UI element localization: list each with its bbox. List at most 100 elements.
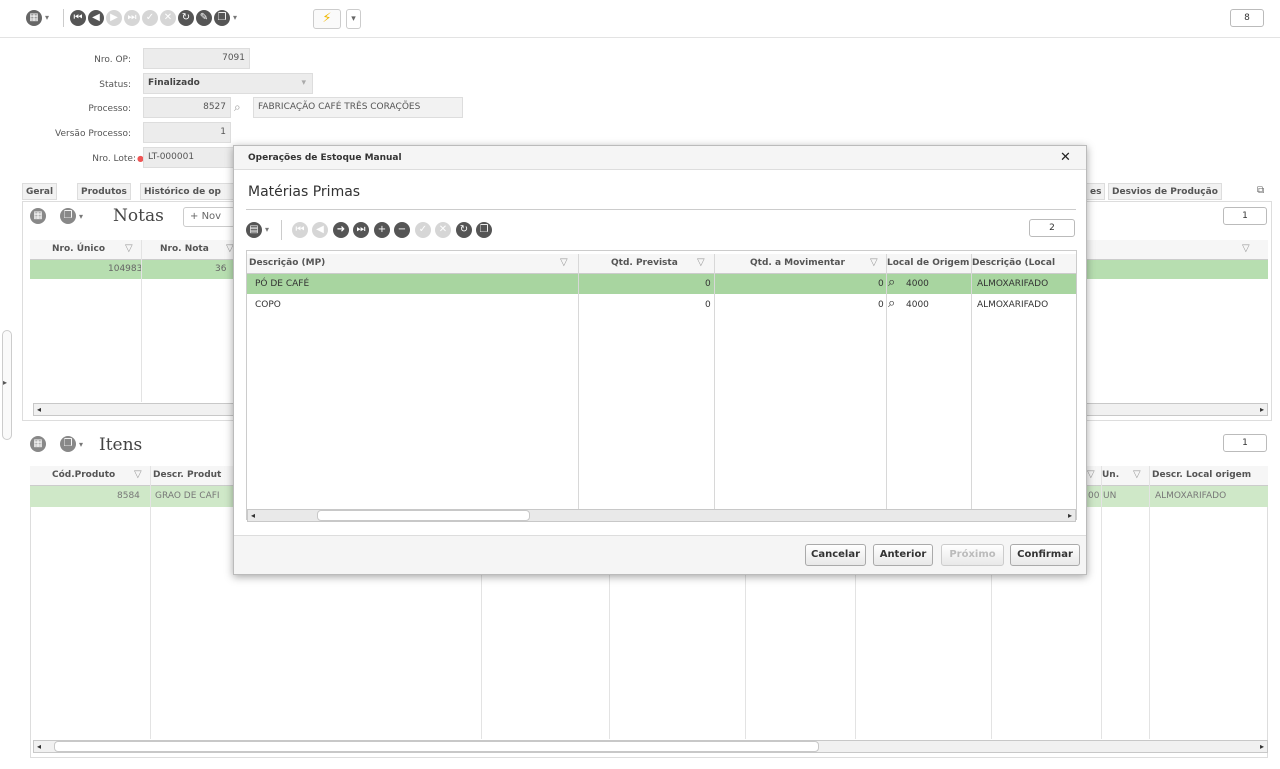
- col-descricao-local[interactable]: Descrição (Local: [972, 254, 1075, 273]
- scroll-left-icon[interactable]: ◂: [251, 511, 255, 520]
- filter-icon[interactable]: ▽: [697, 257, 705, 268]
- processo-field[interactable]: 8527: [143, 97, 231, 118]
- col-nro-unico[interactable]: Nro. Único: [52, 240, 105, 259]
- chevron-down-icon[interactable]: ▾: [233, 13, 237, 22]
- filter-icon[interactable]: ▽: [134, 469, 142, 480]
- grid-menu-icon[interactable]: ▦: [30, 436, 46, 452]
- filter-icon[interactable]: ▽: [560, 257, 568, 268]
- notas-counter: 1: [1223, 207, 1267, 225]
- lote-field[interactable]: LT-000001: [143, 147, 235, 168]
- cancel-icon[interactable]: ✕: [435, 222, 451, 238]
- filter-icon[interactable]: ▽: [125, 243, 133, 254]
- row-qtd-movimentar[interactable]: 0: [878, 279, 884, 289]
- scroll-right-icon[interactable]: ▸: [1068, 511, 1072, 520]
- filter-icon[interactable]: ▽: [1133, 469, 1141, 480]
- col-qtd-prevista[interactable]: Qtd. Prevista: [611, 254, 678, 273]
- row-descr-produto: GRÃO DE CAFI: [155, 491, 220, 501]
- col-descr-local-origem[interactable]: Descr. Local origem: [1152, 466, 1251, 485]
- grid-menu-icon[interactable]: ▦: [30, 208, 46, 224]
- lote-label: Nro. Lote:: [92, 154, 136, 164]
- table-row[interactable]: PÓ DE CAFÉ 0 0 ⌕ 4000 ALMOXARIFADO: [247, 274, 1076, 294]
- first-record-icon[interactable]: ⏮: [292, 222, 308, 238]
- last-record-icon[interactable]: ⏭: [124, 10, 140, 26]
- scroll-right-icon[interactable]: ▸: [1260, 742, 1264, 751]
- refresh-icon[interactable]: ↻: [178, 10, 194, 26]
- next-record-icon[interactable]: ➜: [333, 222, 349, 238]
- tabs-menu-icon[interactable]: ⧉: [1257, 185, 1264, 196]
- edit-icon[interactable]: ✎: [196, 10, 212, 26]
- itens-title: Itens: [99, 435, 143, 455]
- op-field[interactable]: 7091: [143, 48, 250, 69]
- row-qtd-prevista: 0: [705, 300, 711, 310]
- col-un[interactable]: Un.: [1102, 466, 1119, 485]
- col-local-origem[interactable]: Local de Origem: [887, 254, 970, 273]
- row-descricao: COPO: [255, 300, 281, 310]
- col-descr-produto[interactable]: Descr. Produt: [153, 466, 233, 485]
- close-icon[interactable]: ✕: [1060, 150, 1071, 165]
- chevron-down-icon: ▾: [301, 78, 306, 88]
- scroll-left-icon[interactable]: ◂: [37, 742, 41, 751]
- row-descricao-local: ALMOXARIFADO: [977, 279, 1049, 289]
- status-select[interactable]: Finalizado ▾: [143, 73, 313, 94]
- table-row[interactable]: COPO 0 0 ⌕ 4000 ALMOXARIFADO: [247, 295, 1076, 315]
- lightning-dropdown[interactable]: ▾: [346, 9, 361, 29]
- scroll-right-icon[interactable]: ▸: [1260, 405, 1264, 414]
- filter-icon[interactable]: ▽: [1087, 469, 1095, 480]
- clone-icon[interactable]: ❐: [60, 436, 76, 452]
- itens-hscroll[interactable]: ◂ ▸: [33, 740, 1268, 753]
- filter-icon[interactable]: ▽: [870, 257, 878, 268]
- versao-field[interactable]: 1: [143, 122, 231, 143]
- search-icon[interactable]: ⌕: [888, 296, 895, 311]
- tab-partial[interactable]: es: [1087, 183, 1106, 200]
- col-qtd-movimentar[interactable]: Qtd. a Movimentar: [750, 254, 845, 273]
- tab-geral[interactable]: Geral: [22, 183, 58, 200]
- grid-menu-icon[interactable]: ▦: [26, 10, 42, 26]
- previous-record-icon[interactable]: ◀: [88, 10, 104, 26]
- col-nro-nota[interactable]: Nro. Nota: [160, 240, 209, 259]
- row-qtd-movimentar[interactable]: 0: [878, 300, 884, 310]
- last-record-icon[interactable]: ⏭: [353, 222, 369, 238]
- chevron-right-icon[interactable]: ▸: [3, 378, 7, 387]
- clone-icon[interactable]: ❐: [476, 222, 492, 238]
- filter-icon[interactable]: ▽: [1242, 243, 1250, 254]
- search-icon[interactable]: ⌕: [234, 100, 241, 115]
- new-note-button[interactable]: + Nov: [183, 207, 235, 227]
- col-cod-produto[interactable]: Cód.Produto: [52, 466, 115, 485]
- grid-menu-icon[interactable]: ▤: [246, 222, 262, 238]
- cancel-button[interactable]: Cancelar: [805, 544, 866, 566]
- confirm-button[interactable]: Confirmar: [1010, 544, 1080, 566]
- chevron-down-icon[interactable]: ▾: [79, 212, 83, 221]
- lightning-button[interactable]: ⚡: [313, 9, 341, 29]
- first-record-icon[interactable]: ⏮: [70, 10, 86, 26]
- tab-historico[interactable]: Histórico de op: [140, 183, 234, 200]
- previous-button[interactable]: Anterior: [873, 544, 933, 566]
- processo-desc-field: FABRICAÇÃO CAFÉ TRÊS CORAÇÕES: [253, 97, 463, 118]
- save-icon[interactable]: ✓: [142, 10, 158, 26]
- materias-hscroll[interactable]: ◂ ▸: [247, 509, 1076, 522]
- next-record-icon[interactable]: ▶: [106, 10, 122, 26]
- refresh-icon[interactable]: ↻: [456, 222, 472, 238]
- col-descricao-mp[interactable]: Descrição (MP): [249, 254, 325, 273]
- scroll-thumb[interactable]: [54, 741, 819, 752]
- chevron-down-icon[interactable]: ▾: [265, 225, 269, 234]
- clone-icon[interactable]: ❐: [60, 208, 76, 224]
- row-descr-local: ALMOXARIFADO: [1155, 491, 1227, 501]
- tab-produtos[interactable]: Produtos: [77, 183, 131, 200]
- search-icon[interactable]: ⌕: [888, 275, 895, 290]
- materias-grid-header: Descrição (MP) ▽ Qtd. Prevista ▽ Qtd. a …: [247, 254, 1076, 274]
- remove-icon[interactable]: −: [394, 222, 410, 238]
- scroll-thumb[interactable]: [317, 510, 530, 521]
- previous-record-icon[interactable]: ◀: [312, 222, 328, 238]
- scroll-left-icon[interactable]: ◂: [37, 405, 41, 414]
- processo-label: Processo:: [88, 104, 131, 114]
- clone-icon[interactable]: ❐: [214, 10, 230, 26]
- save-icon[interactable]: ✓: [415, 222, 431, 238]
- row-local[interactable]: 4000: [906, 300, 929, 310]
- row-local[interactable]: 4000: [906, 279, 929, 289]
- row-nro-unico: 104983: [108, 264, 143, 274]
- tab-desvios[interactable]: Desvios de Produção: [1108, 183, 1222, 200]
- chevron-down-icon[interactable]: ▾: [79, 440, 83, 449]
- add-icon[interactable]: +: [374, 222, 390, 238]
- cancel-icon[interactable]: ✕: [160, 10, 176, 26]
- chevron-down-icon[interactable]: ▾: [45, 13, 49, 22]
